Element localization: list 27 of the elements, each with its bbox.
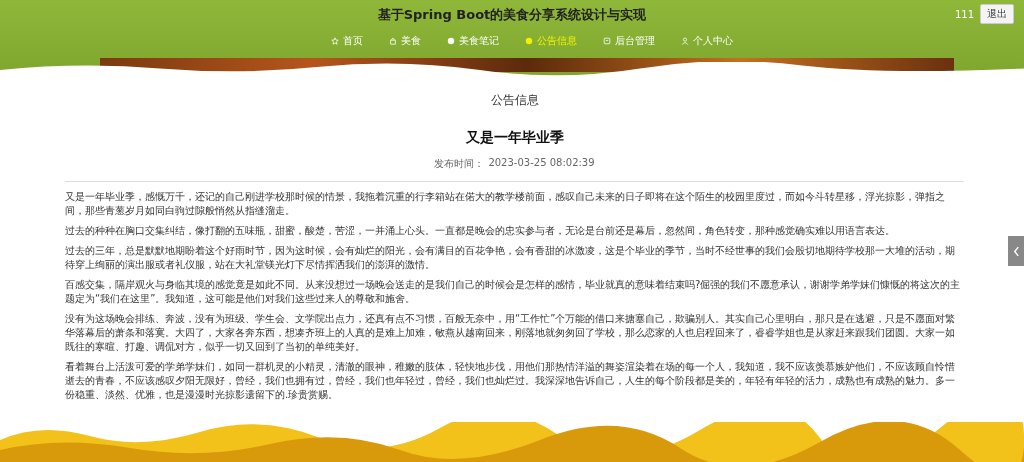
- article-paragraph: 又是一年毕业季，感慨万千，还记的自己刚进学校那时候的情景，我拖着沉重的行李箱站在偌大的教学楼前面，感叹自己未来的日子即将在这个陌生的校园里度过，而如今斗转星移，浮光掠影，弹指之间，那些青葱岁月如同白驹过隙般悄然从指缝溜走。: [65, 190, 946, 218]
- publish-label: 发布时间：: [434, 157, 485, 171]
- bag-icon: [389, 37, 397, 45]
- nav-item[interactable]: 首页: [331, 34, 363, 48]
- username: 111: [954, 8, 974, 20]
- box-icon: [603, 37, 611, 45]
- article-title: 又是一年毕业季: [465, 129, 564, 147]
- star-icon: [331, 37, 339, 45]
- chevron-left-icon: [1012, 245, 1020, 257]
- nav-item[interactable]: 美食: [389, 34, 421, 48]
- publish-time: 2023-03-25 08:02:39: [488, 157, 595, 170]
- article-paragraph: 过去的三年，总是默默地期盼着这个好雨时节，因为这时候，会有灿烂的阳光，会有满目的百花争艳，会有香甜的冰激凌，这是个毕业的季节，当时不经世事的我们会殷切地期待学校那一大堆的活动，期待穿上绚丽的演出服或者礼仪服，站在大礼堂镁光灯下尽情挥洒我们的澎湃的激情。: [65, 244, 956, 272]
- nav-item[interactable]: 公告信息: [525, 34, 577, 48]
- site-title: 基于Spring Boot的美食分享系统设计与实现: [377, 6, 647, 24]
- dot-icon: [447, 37, 455, 45]
- article-paragraph: 过去的种种在胸口交集纠结，像打翻的五味瓶，甜蜜，酸楚，苦涩，一并涌上心头。一直都是晚会的忠实参与者，无论是台前还是幕后，忽然间，角色转变，那种感觉确实难以用语言表达。: [65, 224, 896, 238]
- section-title: 公告信息: [490, 92, 539, 109]
- article-paragraph: 看着舞台上活泼可爱的学弟学妹们，如同一群机灵的小精灵，清澈的眼神，稚嫩的肢体，轻快地步伐，用他们那热情洋溢的舞姿渲染着在场的每一个人，我知道，我不应该羡慕嫉妒他们，不应该顾自怜惜逝去的青春，不应该感叹夕阳无限好，曾经，我们也拥有过，曾经，我们也年轻过，曾经，我们也灿烂过。我深深地告诉自己，人生的每个阶段都是美的，年轻有年轻的活力，成熟也有成熟的魅力。多一份稳重、淡然、优雅，也是漫漫时光掠影遗留下的.珍贵赏赐。: [65, 360, 956, 402]
- dot-icon: [525, 37, 533, 45]
- article-paragraph: 百感交集，隔岸观火与身临其境的感觉竟是如此不同。从来没想过一场晚会送走的是我们自己的时候会是怎样的感情，毕业就真的意味着结束吗?倔强的我们不愿意承认，谢谢学弟学妹们慷慨的将这次的主题定为“我们在这里”。我知道，这可能是他们对我们这些过来人的尊敬和施舍。: [65, 278, 962, 306]
- logout-button[interactable]: 退出: [980, 4, 1014, 24]
- person-icon: [681, 37, 689, 45]
- article-paragraph: 没有为这场晚会排练、奔波，没有为班级、学生会、文学院出点力，还真有点不习惯，百般无奈中，用“工作忙”个万能的借口来搪塞自己，欺骗别人。其实自己心里明白，那只是在逃避，只是不愿面对繁华落幕后的萧条和落寞。大四了，大家各奔东西，想凑齐班上的人真的是难上加难，敏燕从越南回来，刚落地就匆匆回了学校，那么恋家的人也启程回来了，睿睿学姐也是从家赶来跟我们团圆。大家一如既往的寒暄、打趣、调侃对方，似乎一切又回到了当初的单纯美好。: [65, 312, 957, 354]
- nav-item[interactable]: 个人中心: [681, 34, 733, 48]
- nav-item[interactable]: 后台管理: [603, 34, 655, 48]
- nav-item[interactable]: 美食笔记: [447, 34, 499, 48]
- side-panel-toggle[interactable]: [1008, 236, 1024, 266]
